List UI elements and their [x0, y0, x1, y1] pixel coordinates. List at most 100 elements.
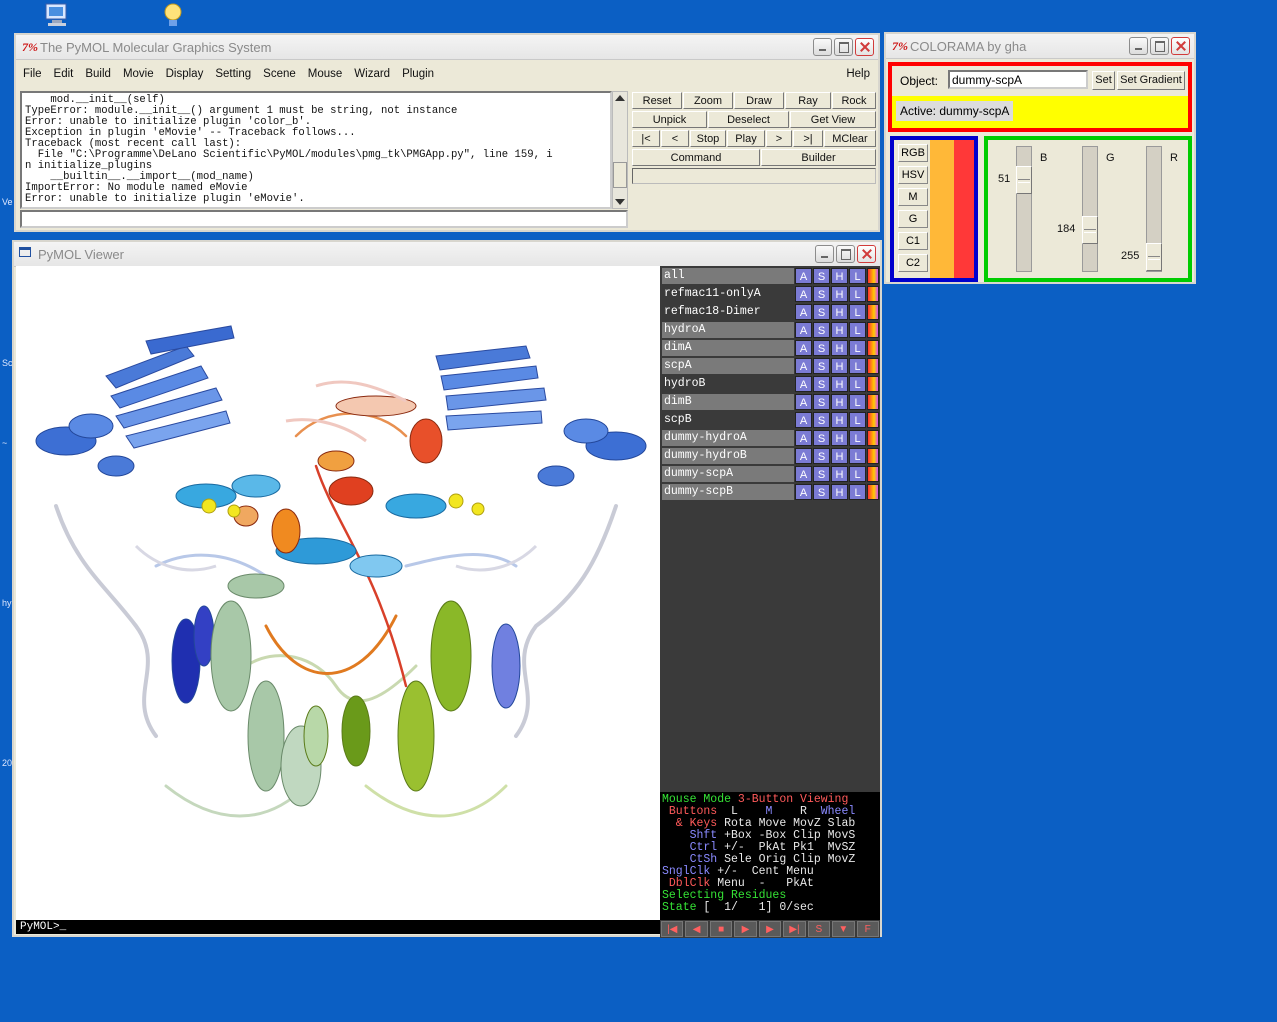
object-c-button[interactable]: C [867, 466, 879, 482]
menu-scene[interactable]: Scene [256, 65, 301, 85]
prev-frame-button[interactable]: ◀ [685, 921, 708, 937]
slider-track-r[interactable] [1146, 146, 1162, 272]
stop-movie-button[interactable]: ■ [709, 921, 733, 937]
menu-setting[interactable]: Setting [208, 65, 256, 85]
object-s-button[interactable]: S [813, 304, 830, 320]
object-h-button[interactable]: H [831, 376, 848, 392]
object-name[interactable]: dimB [662, 394, 794, 410]
menu-movie[interactable]: Movie [116, 65, 159, 85]
minimize-icon[interactable] [815, 245, 834, 263]
object-a-button[interactable]: A [795, 430, 812, 446]
object-c-button[interactable]: C [867, 448, 879, 464]
slider-thumb[interactable] [1016, 166, 1032, 194]
object-l-button[interactable]: L [849, 268, 866, 284]
object-row[interactable]: dimAASHLC [662, 340, 879, 356]
molecule-viewport[interactable] [16, 266, 660, 920]
slider-thumb[interactable] [1082, 216, 1098, 244]
object-s-button[interactable]: S [813, 322, 830, 338]
object-a-button[interactable]: A [795, 484, 812, 500]
menu-help[interactable]: Help [839, 65, 878, 85]
network-desktop-icon[interactable] [160, 2, 190, 28]
object-h-button[interactable]: H [831, 268, 848, 284]
object-a-button[interactable]: A [795, 394, 812, 410]
pymol-prompt[interactable]: PyMOL>_ [16, 920, 660, 934]
object-row[interactable]: hydroBASHLC [662, 376, 879, 392]
minimize-icon[interactable] [1129, 37, 1148, 55]
object-c-button[interactable]: C [867, 412, 879, 428]
sequence-button[interactable]: S [807, 921, 831, 937]
object-a-button[interactable]: A [795, 376, 812, 392]
close-icon[interactable] [855, 38, 874, 56]
deselect-button[interactable]: Deselect [708, 111, 789, 128]
object-a-button[interactable]: A [795, 448, 812, 464]
set-button[interactable]: Set [1092, 71, 1115, 90]
object-h-button[interactable]: H [831, 412, 848, 428]
draw-button[interactable]: Draw [734, 92, 784, 109]
object-s-button[interactable]: S [813, 430, 830, 446]
slider-thumb[interactable] [1146, 243, 1162, 271]
object-row[interactable]: dummy-hydroBASHLC [662, 448, 879, 464]
object-h-button[interactable]: H [831, 466, 848, 482]
object-a-button[interactable]: A [795, 412, 812, 428]
object-l-button[interactable]: L [849, 376, 866, 392]
object-l-button[interactable]: L [849, 358, 866, 374]
fullscreen-button[interactable]: F [856, 921, 879, 937]
slider-track-b[interactable] [1016, 146, 1032, 272]
object-s-button[interactable]: S [813, 466, 830, 482]
object-s-button[interactable]: S [813, 394, 830, 410]
first-frame-button[interactable]: |◀ [661, 921, 684, 937]
object-a-button[interactable]: A [795, 268, 812, 284]
mclear-button[interactable]: MClear [824, 130, 876, 147]
scene-button[interactable]: ▼ [832, 921, 855, 937]
object-h-button[interactable]: H [831, 286, 848, 302]
object-l-button[interactable]: L [849, 448, 866, 464]
object-s-button[interactable]: S [813, 286, 830, 302]
next-frame-button[interactable]: ▶ [758, 921, 782, 937]
slider-track-g[interactable] [1082, 146, 1098, 272]
object-name[interactable]: scpB [662, 412, 794, 428]
object-s-button[interactable]: S [813, 358, 830, 374]
object-s-button[interactable]: S [813, 268, 830, 284]
object-c-button[interactable]: C [867, 340, 879, 356]
maximize-icon[interactable] [836, 245, 855, 263]
object-row[interactable]: hydroAASHLC [662, 322, 879, 338]
play-button[interactable]: Play [727, 130, 765, 147]
c2-mode-button[interactable]: C2 [898, 254, 928, 272]
rgb-mode-button[interactable]: RGB [898, 144, 928, 162]
object-name[interactable]: dummy-scpA [662, 466, 794, 482]
object-a-button[interactable]: A [795, 358, 812, 374]
maximize-icon[interactable] [834, 38, 853, 56]
last-frame-button[interactable]: ▶| [783, 921, 806, 937]
object-s-button[interactable]: S [813, 340, 830, 356]
object-row[interactable]: refmac11-onlyAASHLC [662, 286, 879, 302]
console-scrollbar[interactable] [612, 91, 628, 209]
menu-wizard[interactable]: Wizard [347, 65, 395, 85]
menu-display[interactable]: Display [159, 65, 209, 85]
object-row[interactable]: refmac18-DimerASHLC [662, 304, 879, 320]
object-row[interactable]: dummy-scpBASHLC [662, 484, 879, 500]
object-l-button[interactable]: L [849, 340, 866, 356]
object-l-button[interactable]: L [849, 394, 866, 410]
get-view-button[interactable]: Get View [790, 111, 876, 128]
reset-button[interactable]: Reset [632, 92, 682, 109]
back-button[interactable]: < [661, 130, 689, 147]
main-titlebar[interactable]: 7% The PyMOL Molecular Graphics System [16, 35, 878, 60]
command-input[interactable] [20, 210, 628, 228]
object-c-button[interactable]: C [867, 304, 879, 320]
object-name[interactable]: refmac11-onlyA [662, 286, 794, 302]
play-movie-button[interactable]: ▶ [734, 921, 757, 937]
object-h-button[interactable]: H [831, 394, 848, 410]
object-l-button[interactable]: L [849, 304, 866, 320]
object-h-button[interactable]: H [831, 448, 848, 464]
object-l-button[interactable]: L [849, 412, 866, 428]
object-h-button[interactable]: H [831, 322, 848, 338]
hsv-mode-button[interactable]: HSV [898, 166, 928, 184]
object-h-button[interactable]: H [831, 340, 848, 356]
object-s-button[interactable]: S [813, 448, 830, 464]
object-name[interactable]: all [662, 268, 794, 284]
menu-mouse[interactable]: Mouse [301, 65, 348, 85]
my-computer-desktop-icon[interactable] [42, 2, 72, 28]
zoom-button[interactable]: Zoom [683, 92, 733, 109]
rock-button[interactable]: Rock [832, 92, 876, 109]
ray-button[interactable]: Ray [785, 92, 831, 109]
